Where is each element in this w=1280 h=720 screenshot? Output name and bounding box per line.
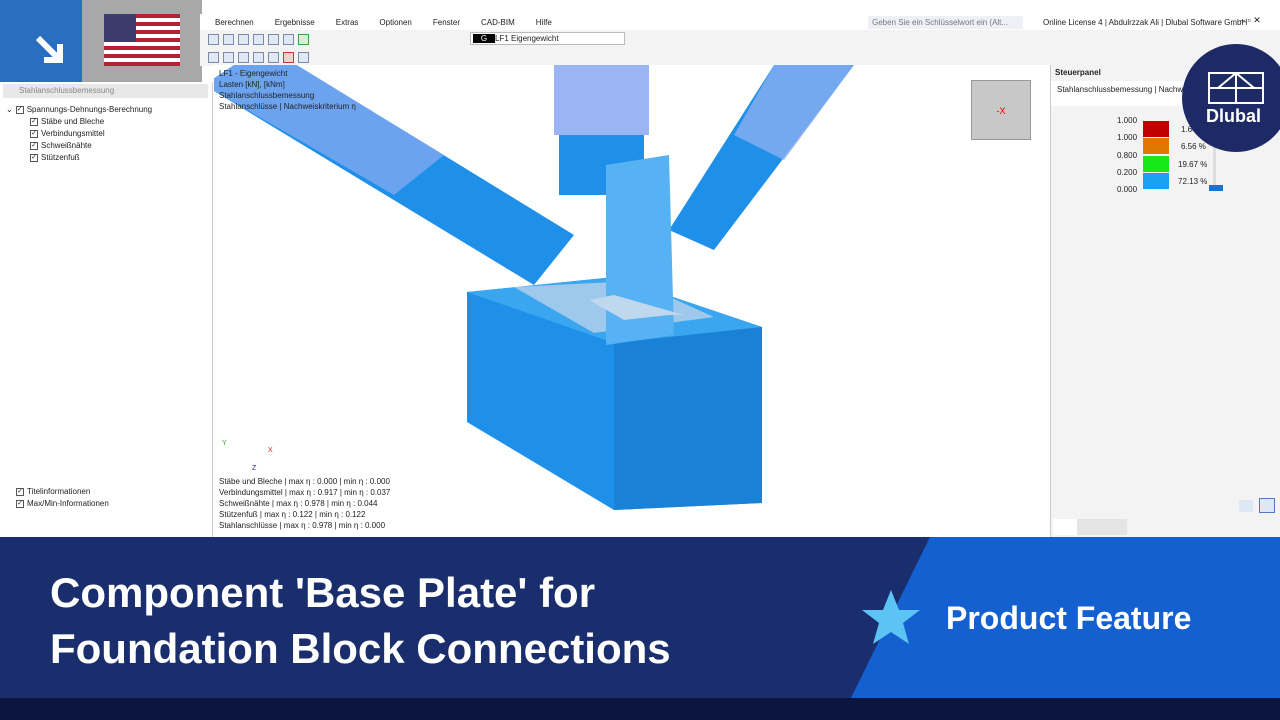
legend-swatch-0 — [1143, 121, 1169, 137]
us-flag-icon — [104, 14, 180, 66]
loadcase-id: LF1 — [495, 34, 509, 43]
calc-icon[interactable] — [283, 33, 294, 45]
tab-display[interactable] — [1101, 519, 1127, 535]
delete-icon[interactable] — [283, 51, 294, 63]
report-icon[interactable] — [268, 33, 279, 45]
menu-extras[interactable]: Extras — [336, 18, 359, 27]
toolbar-1 — [200, 30, 1280, 48]
banner-footer — [0, 698, 1280, 720]
panel-title: Steuerpanel — [1055, 68, 1101, 77]
panel-legend-icon[interactable] — [1259, 498, 1275, 513]
license-info: Online License 4 | Abdulrzzak Ali | Dlub… — [1043, 18, 1248, 27]
legend-swatch-1 — [1143, 138, 1169, 154]
solid-icon[interactable] — [238, 51, 249, 63]
3d-viewport[interactable]: LF1 - Eigengewicht Lasten [kN], [kNm] Stah… — [214, 65, 1050, 537]
search-input[interactable]: Geben Sie ein Schlüsselwort ein (Alt... — [868, 16, 1023, 29]
tree-item-schweissnaehte[interactable]: ✓ Schweißnähte — [30, 140, 92, 152]
flag-tile — [82, 0, 202, 82]
banner-title: Component 'Base Plate' for Foundation Blo… — [50, 569, 671, 672]
tree-item-staebe[interactable]: ✓ Stäbe und Bleche — [30, 116, 104, 128]
tree-item-titelinformationen[interactable]: ✓ Titelinformationen — [16, 486, 90, 498]
legend-swatch-3 — [1143, 173, 1169, 189]
navigator-panel: Stahlanschlussbemessung ⌄ ✓ Spannungs-Dehn… — [0, 82, 213, 537]
select-icon[interactable] — [208, 51, 219, 63]
menu-fenster[interactable]: Fenster — [433, 18, 460, 27]
panel-settings-icon[interactable] — [1239, 500, 1253, 512]
view-icon[interactable] — [208, 33, 219, 45]
load-icon[interactable] — [298, 33, 309, 45]
menu-berechnen[interactable]: Berechnen — [215, 18, 254, 27]
steel-connection-model — [214, 65, 854, 510]
axis-triad: Y X Z — [222, 440, 273, 472]
menu-ergebnisse[interactable]: Ergebnisse — [275, 18, 315, 27]
menu-optionen[interactable]: Optionen — [379, 18, 411, 27]
toolbar-2 — [200, 48, 1280, 66]
table-icon[interactable] — [223, 33, 234, 45]
section-icon[interactable] — [268, 51, 279, 63]
product-feature-label: Product Feature — [946, 600, 1192, 636]
dlubal-logo: Dlubal — [1182, 44, 1280, 152]
tree-item-stuetzenfuss[interactable]: ✓ Stützenfuß — [30, 152, 80, 164]
menu-cad-bim[interactable]: CAD-BIM — [481, 18, 515, 27]
table-icon[interactable] — [238, 33, 249, 45]
navigator-dropdown[interactable]: Stahlanschlussbemessung — [3, 84, 208, 98]
bridge-icon — [1208, 72, 1264, 104]
arrow-tile — [0, 0, 82, 82]
filter-icon[interactable] — [253, 51, 264, 63]
camera-icon[interactable] — [298, 51, 309, 63]
view-cube[interactable]: -X — [971, 80, 1031, 140]
tree-item-maxmin[interactable]: ✓ Max/Min-Informationen — [16, 498, 109, 510]
tab-color-scale[interactable] — [1053, 519, 1077, 535]
star-icon — [862, 590, 920, 644]
tree-item-verbindungsmittel[interactable]: ✓ Verbindungsmittel — [30, 128, 105, 140]
console-icon[interactable] — [253, 33, 264, 45]
window-controls[interactable]: – ▫ ✕ — [1240, 15, 1261, 26]
arrow-icon — [35, 35, 63, 63]
member-icon[interactable] — [223, 51, 234, 63]
loadcase-name: Eigengewicht — [511, 34, 559, 43]
loadcase-select[interactable]: G LF1 Eigengewicht — [470, 32, 625, 45]
viewport-header: LF1 - Eigengewicht Lasten [kN], [kNm] Stah… — [219, 69, 356, 111]
result-summary: Stäbe und Bleche | max η : 0.000 | min η… — [219, 477, 391, 530]
legend-slider-handle[interactable] — [1209, 185, 1223, 191]
legend-swatch-2 — [1143, 156, 1169, 172]
loadcase-badge: G — [473, 34, 495, 43]
tab-balance[interactable] — [1077, 519, 1101, 535]
menu-hilfe[interactable]: Hilfe — [536, 18, 552, 27]
tree-root[interactable]: ⌄ ✓ Spannungs-Dehnungs-Berechnung — [6, 104, 152, 116]
